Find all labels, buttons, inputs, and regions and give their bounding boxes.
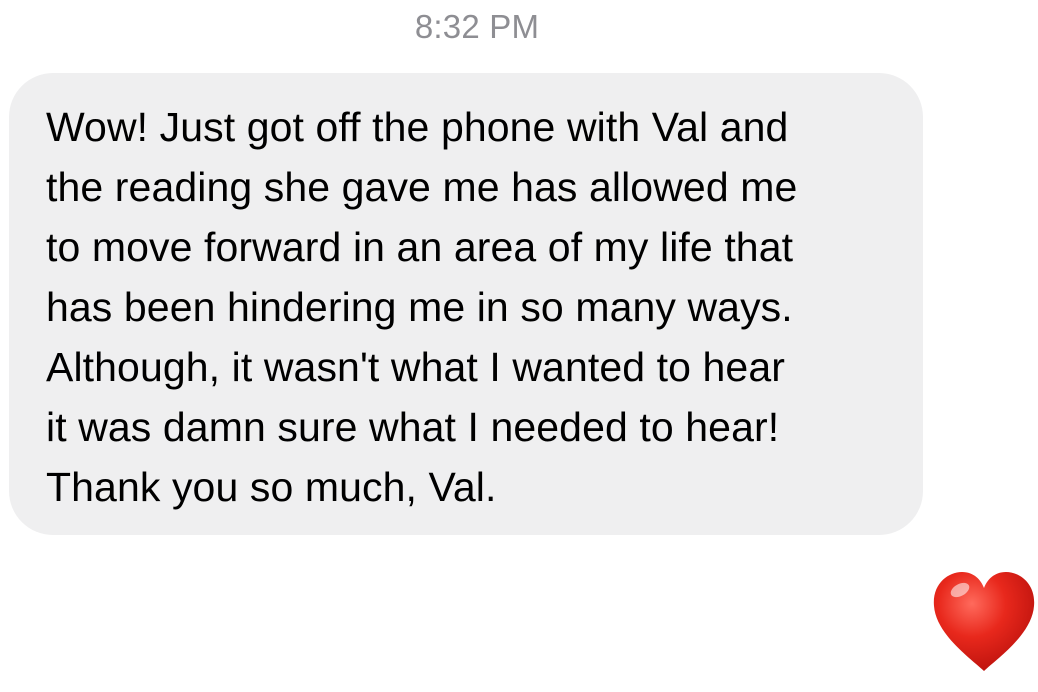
red-heart-emoji-icon[interactable] [930, 568, 1038, 676]
message-text-line: Although, it wasn't what I wanted to hea… [46, 344, 785, 390]
message-text-line: Wow! Just got off the phone with Val and [46, 104, 789, 150]
received-message-bubble[interactable]: Wow! Just got off the phone with Val and… [9, 73, 923, 535]
message-text-line: the reading she gave me has allowed me [46, 164, 798, 210]
message-timestamp: 8:32 PM [414, 8, 540, 45]
message-text-line: it was damn sure what I needed to hear! [46, 404, 780, 450]
message-text-line: has been hindering me in so many ways. [46, 284, 793, 330]
heart-icon [933, 572, 1035, 671]
message-text-line: to move forward in an area of my life th… [46, 224, 794, 270]
message-text-line: Thank you so much, Val. [46, 464, 497, 510]
